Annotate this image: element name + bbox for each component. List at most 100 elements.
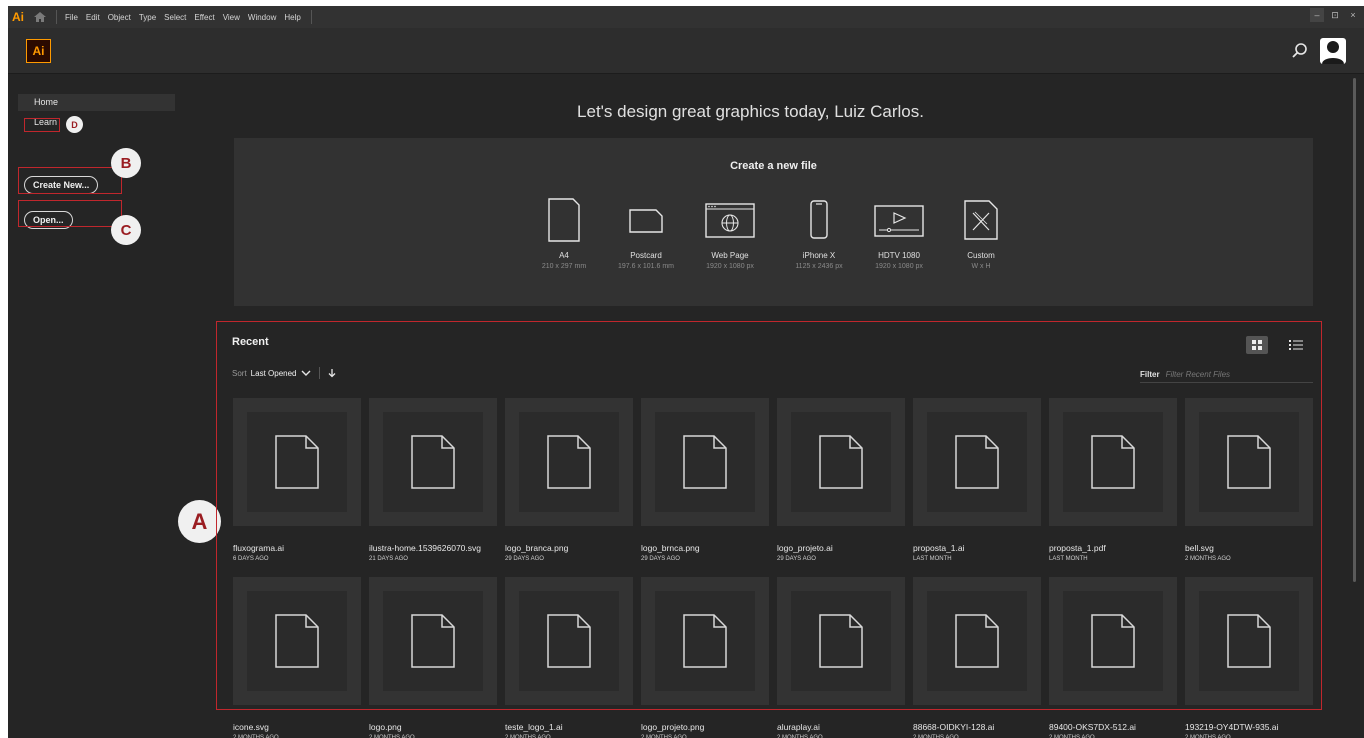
callout-box-create-new	[18, 167, 122, 194]
filter-label: Filter	[1140, 370, 1160, 379]
recent-file-name[interactable]: fluxograma.ai	[233, 543, 363, 553]
callout-box-open	[18, 200, 122, 227]
preset-postcard[interactable]: Postcard 197.6 x 101.6 mm	[601, 198, 691, 270]
preset-dimensions: W x H	[971, 263, 991, 270]
preset-dimensions: 210 x 297 mm	[541, 263, 587, 270]
recent-file-date: 21 DAYS AGO	[369, 556, 408, 562]
phone-icon	[810, 200, 828, 239]
callout-d: D	[66, 116, 83, 133]
avatar[interactable]	[1320, 38, 1346, 64]
home-icon[interactable]	[34, 12, 46, 22]
search-icon[interactable]	[1290, 41, 1310, 61]
menu-help[interactable]: Help	[284, 13, 300, 22]
scrollbar[interactable]	[1353, 78, 1356, 582]
thumbnail-frame	[1199, 591, 1299, 691]
recent-file-thumbnail[interactable]	[1049, 398, 1177, 526]
recent-file-name[interactable]: proposta_1.pdf	[1049, 543, 1179, 553]
menu-window[interactable]: Window	[248, 13, 276, 22]
recent-file-thumbnail[interactable]	[777, 398, 905, 526]
video-icon	[874, 205, 924, 237]
close-button[interactable]: ×	[1346, 8, 1360, 22]
callout-box-learn	[24, 118, 60, 132]
document-icon	[1227, 614, 1271, 668]
callout-b: B	[111, 148, 141, 178]
custom-size-icon	[964, 200, 998, 240]
document-icon	[1091, 614, 1135, 668]
recent-file-thumbnail[interactable]	[505, 398, 633, 526]
window-controls: – ⊡ ×	[1310, 8, 1360, 22]
menu-type[interactable]: Type	[139, 13, 156, 22]
minimize-button[interactable]: –	[1310, 8, 1324, 22]
recent-file-thumbnail[interactable]	[913, 398, 1041, 526]
recent-file-thumbnail[interactable]	[913, 577, 1041, 705]
recent-file-name[interactable]: teste_logo_1.ai	[505, 722, 635, 732]
recent-file-thumbnail[interactable]	[1185, 398, 1313, 526]
recent-file-name[interactable]: 88668-OIDKYI-128.ai	[913, 722, 1043, 732]
create-panel-title: Create a new file	[730, 160, 817, 172]
preset-dimensions: 197.6 x 101.6 mm	[617, 263, 675, 270]
recent-file-thumbnail[interactable]	[641, 577, 769, 705]
document-icon	[547, 435, 591, 489]
recent-file-date: 29 DAYS AGO	[505, 556, 544, 562]
preset-dimensions: 1920 x 1080 px	[706, 263, 754, 270]
thumbnail-frame	[1199, 412, 1299, 512]
app-mark: Ai	[12, 10, 24, 24]
preset-name: iPhone X	[802, 251, 836, 260]
web-page-icon	[705, 203, 755, 238]
menu-select[interactable]: Select	[164, 13, 186, 22]
recent-file-thumbnail[interactable]	[777, 577, 905, 705]
thumbnail-frame	[655, 591, 755, 691]
recent-file-name[interactable]: 193219-OY4DTW-935.ai	[1185, 722, 1315, 732]
recent-heading: Recent	[232, 336, 269, 348]
recent-file-name[interactable]: ilustra-home.1539626070.svg	[369, 543, 499, 553]
recent-file-date: 29 DAYS AGO	[641, 556, 680, 562]
document-icon	[819, 614, 863, 668]
document-icon	[1091, 435, 1135, 489]
recent-file-thumbnail[interactable]	[233, 577, 361, 705]
recent-file-thumbnail[interactable]	[1049, 577, 1177, 705]
restore-button[interactable]: ⊡	[1328, 8, 1342, 22]
sort-separator	[319, 367, 321, 379]
recent-file-name[interactable]: bell.svg	[1185, 543, 1315, 553]
recent-file-thumbnail[interactable]	[505, 577, 633, 705]
thumbnail-frame	[383, 412, 483, 512]
grid-view-button[interactable]	[1246, 336, 1268, 354]
chevron-down-icon[interactable]	[301, 369, 311, 377]
preset-name: HDTV 1080	[878, 251, 920, 260]
recent-file-thumbnail[interactable]	[641, 398, 769, 526]
recent-file-thumbnail[interactable]	[1185, 577, 1313, 705]
menu-effect[interactable]: Effect	[194, 13, 214, 22]
sidebar-item-home[interactable]: Home	[18, 94, 175, 111]
preset-custom[interactable]: Custom W x H	[936, 198, 1026, 270]
filter-input[interactable]	[1165, 370, 1286, 379]
preset-a4[interactable]: A4 210 x 297 mm	[519, 198, 609, 270]
preset-name: Postcard	[630, 251, 662, 260]
sort-dropdown[interactable]: Last Opened	[251, 369, 297, 378]
recent-file-name[interactable]: logo.png	[369, 722, 499, 732]
recent-file-name[interactable]: icone.svg	[233, 722, 363, 732]
menu-view[interactable]: View	[223, 13, 240, 22]
sort-direction-arrow-icon[interactable]	[328, 368, 336, 378]
menu-edit[interactable]: Edit	[86, 13, 100, 22]
preset-iphone-x[interactable]: iPhone X 1125 x 2436 px	[774, 198, 864, 270]
filter-control: Filter	[1140, 367, 1313, 383]
recent-file-name[interactable]: 89400-OKS7DX-512.ai	[1049, 722, 1179, 732]
list-view-icon[interactable]	[1288, 337, 1304, 353]
recent-file-name[interactable]: proposta_1.ai	[913, 543, 1043, 553]
menu-object[interactable]: Object	[108, 13, 131, 22]
document-icon	[411, 435, 455, 489]
recent-file-thumbnail[interactable]	[369, 577, 497, 705]
recent-file-name[interactable]: aluraplay.ai	[777, 722, 907, 732]
recent-file-date: 2 MONTHS AGO	[1185, 556, 1231, 562]
document-icon	[683, 614, 727, 668]
recent-file-name[interactable]: logo_branca.png	[505, 543, 635, 553]
recent-file-name[interactable]: logo_projeto.ai	[777, 543, 907, 553]
recent-file-name[interactable]: logo_projeto.png	[641, 722, 771, 732]
recent-file-name[interactable]: logo_brnca.png	[641, 543, 771, 553]
preset-hdtv-1080[interactable]: HDTV 1080 1920 x 1080 px	[854, 198, 944, 270]
postcard-icon	[629, 209, 663, 233]
preset-web-page[interactable]: Web Page 1920 x 1080 px	[685, 198, 775, 270]
recent-file-thumbnail[interactable]	[369, 398, 497, 526]
recent-file-thumbnail[interactable]	[233, 398, 361, 526]
menu-file[interactable]: File	[65, 13, 78, 22]
